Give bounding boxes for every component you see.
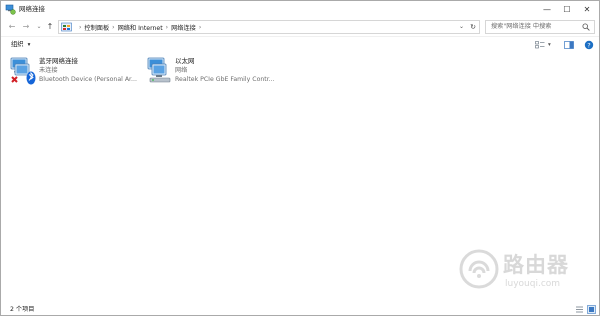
change-view-icon[interactable]: [535, 40, 545, 50]
watermark-url: luyouqi.com: [505, 279, 561, 289]
forward-button[interactable]: →: [21, 21, 31, 32]
address-dropdown-button[interactable]: ⌄: [459, 21, 464, 33]
breadcrumb-item[interactable]: 网络和 Internet: [118, 23, 163, 32]
command-bar: 组织 ▾ ▾ ?: [1, 36, 599, 52]
connection-device: Realtek PCIe GbE Family Contr...: [175, 76, 275, 83]
organize-menu-button[interactable]: 组织 ▾: [11, 40, 30, 50]
details-view-icon[interactable]: [575, 305, 584, 314]
watermark: 路由器 luyouqi.com: [459, 247, 599, 299]
help-icon[interactable]: ?: [584, 40, 594, 50]
search-icon[interactable]: [582, 23, 590, 31]
back-button[interactable]: ←: [7, 21, 17, 32]
view-options-dropdown[interactable]: ▾: [548, 40, 551, 50]
bluetooth-network-disconnected-icon: [10, 57, 36, 85]
breadcrumb: › 控制面板 › 网络和 Internet › 网络连接 ›: [76, 21, 204, 33]
search-input[interactable]: 搜索"网络连接 中搜索: [485, 20, 595, 34]
connection-item-bluetooth[interactable]: 蓝牙网络连接 未连接 Bluetooth Device (Personal Ar…: [9, 56, 141, 88]
watermark-name: 路由器: [503, 253, 569, 277]
connection-status: 网络: [175, 67, 188, 74]
large-icons-view-icon[interactable]: [587, 305, 596, 314]
navigation-bar: ← → ⌄ ↑ › 控制面板 › 网络和 Internet › 网络连接 › ⌄: [1, 18, 599, 35]
address-bar[interactable]: › 控制面板 › 网络和 Internet › 网络连接 › ⌄ ↻: [58, 20, 480, 34]
breadcrumb-chevron-icon: ›: [112, 23, 115, 31]
breadcrumb-item[interactable]: 网络连接: [171, 23, 196, 32]
connection-name: 蓝牙网络连接: [39, 57, 78, 65]
item-count: 2 个项目: [10, 306, 35, 313]
title-bar: 网络连接 — ☐ ✕: [1, 1, 599, 18]
organize-label: 组织: [11, 41, 24, 48]
status-bar: 2 个项目: [1, 303, 599, 316]
ethernet-network-icon: [147, 57, 171, 83]
connection-item-ethernet[interactable]: 以太网 网络 Realtek PCIe GbE Family Contr...: [146, 56, 278, 88]
preview-pane-icon[interactable]: [564, 40, 574, 50]
breadcrumb-chevron-icon: ›: [79, 23, 82, 31]
connection-device: Bluetooth Device (Personal Ar...: [39, 76, 137, 83]
chevron-down-icon: ▾: [27, 42, 31, 48]
connection-name: 以太网: [175, 57, 195, 65]
breadcrumb-chevron-icon[interactable]: ›: [199, 24, 201, 31]
close-button[interactable]: ✕: [575, 1, 599, 18]
connection-status: 未连接: [39, 67, 58, 74]
explorer-window: 网络连接 — ☐ ✕ ← → ⌄ ↑ › 控制面板 › 网络和 Internet…: [0, 0, 600, 316]
control-panel-icon: [61, 22, 72, 32]
svg-text:?: ?: [587, 41, 590, 49]
breadcrumb-item[interactable]: 控制面板: [84, 23, 109, 32]
router-logo-icon: [459, 249, 499, 289]
network-connections-icon: [5, 4, 16, 15]
up-button[interactable]: ↑: [45, 21, 55, 32]
refresh-button[interactable]: ↻: [470, 21, 476, 33]
recent-locations-button[interactable]: ⌄: [34, 21, 44, 32]
window-title: 网络连接: [19, 5, 45, 13]
breadcrumb-chevron-icon: ›: [165, 23, 169, 31]
search-placeholder: 搜索"网络连接 中搜索: [491, 23, 552, 30]
